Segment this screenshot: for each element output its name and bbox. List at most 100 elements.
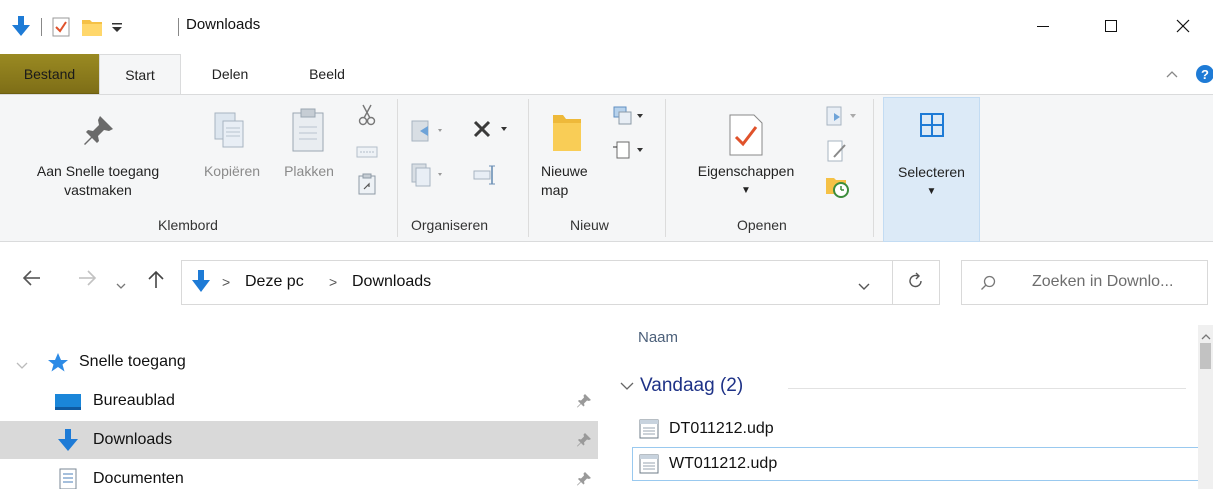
navigation-pane: Snelle toegang Bureaublad Downloads Docu… [0, 325, 605, 489]
breadcrumb-this-pc[interactable]: Deze pc [245, 273, 304, 291]
pin-quick-access-button[interactable]: Aan Snelle toegang vastmaken [4, 101, 192, 211]
breadcrumb-separator: > [329, 274, 338, 290]
group-separator [397, 99, 398, 237]
rename-icon[interactable] [472, 163, 498, 190]
tab-start[interactable]: Start [99, 54, 181, 95]
pin-icon [82, 113, 116, 150]
minimize-button[interactable] [1020, 8, 1066, 46]
pin-icon[interactable] [576, 471, 592, 489]
move-to-icon[interactable] [410, 117, 450, 148]
minimize-icon [1036, 19, 1050, 36]
svg-text:?: ? [1201, 67, 1209, 82]
group-separator [528, 99, 529, 237]
maximize-icon [1104, 19, 1118, 36]
nav-item-quick-access[interactable]: Snelle toegang [0, 343, 598, 381]
tab-beeld[interactable]: Beeld [292, 54, 362, 94]
close-button[interactable] [1160, 8, 1206, 46]
search-icon [980, 275, 996, 294]
download-arrow-icon [190, 269, 212, 298]
star-icon [47, 352, 69, 375]
easy-access-icon[interactable] [611, 139, 651, 164]
desktop-icon [54, 392, 82, 415]
tab-delen[interactable]: Delen [195, 54, 265, 94]
history-icon[interactable] [824, 173, 850, 202]
new-item-icon[interactable] [611, 105, 651, 130]
text-file-icon [638, 453, 660, 478]
edit-icon[interactable] [826, 139, 848, 166]
paste-shortcut-icon[interactable] [358, 173, 376, 198]
chevron-down-icon[interactable] [16, 357, 28, 373]
nav-label-desktop: Bureaublad [93, 392, 175, 409]
group-separator [665, 99, 666, 237]
customize-toolbar-icon[interactable] [110, 13, 124, 41]
select-grid-icon [919, 112, 945, 141]
download-arrow-icon [56, 428, 80, 457]
copy-button[interactable]: Kopiëren [192, 101, 272, 211]
recent-locations-icon[interactable] [116, 273, 126, 296]
window-title: Downloads [186, 16, 261, 33]
file-name: DT011212.udp [669, 420, 774, 437]
group-label-new: Nieuw [570, 217, 609, 233]
delete-icon[interactable] [471, 117, 511, 144]
refresh-button[interactable] [893, 260, 940, 305]
text-file-icon [638, 418, 660, 443]
properties-button[interactable]: Eigenschappen ▼ [676, 101, 816, 211]
copy-icon [212, 111, 248, 154]
scroll-up-icon[interactable] [1201, 328, 1211, 344]
nav-item-desktop[interactable]: Bureaublad [0, 382, 598, 420]
tab-bestand[interactable]: Bestand [0, 54, 99, 94]
maximize-button[interactable] [1088, 8, 1134, 46]
open-icon[interactable] [824, 105, 864, 130]
paste-button[interactable]: Plakken [274, 101, 344, 211]
file-row[interactable]: WT011212.udp [632, 447, 1200, 481]
collapse-ribbon-icon[interactable] [1166, 66, 1178, 82]
group-separator [873, 99, 874, 237]
select-button[interactable]: Selecteren ▼ [883, 97, 980, 242]
properties-icon [726, 113, 766, 160]
cut-icon[interactable] [357, 103, 377, 130]
pin-icon[interactable] [576, 393, 592, 412]
title-separator [178, 18, 179, 36]
properties-check-icon[interactable] [51, 13, 71, 41]
group-header-label: Vandaag (2) [640, 375, 744, 396]
nav-label-downloads: Downloads [93, 431, 173, 448]
file-list: Naam Vandaag (2) DT011212.udp WT011212.u… [606, 325, 1213, 489]
breadcrumb-downloads[interactable]: Downloads [352, 273, 431, 291]
file-name: WT011212.udp [669, 455, 778, 472]
group-label-clipboard: Klembord [158, 217, 218, 233]
copy-path-icon[interactable] [356, 145, 378, 162]
clipboard-icon [290, 107, 326, 156]
dropdown-arrow-icon: ▼ [741, 185, 751, 196]
breadcrumb-separator: > [222, 274, 231, 290]
dropdown-arrow-icon: ▼ [926, 186, 937, 197]
address-dropdown-icon[interactable] [858, 278, 870, 294]
ribbon-tabs: Bestand Start Delen Beeld ? [0, 54, 1213, 95]
group-label-open: Openen [737, 217, 787, 233]
download-arrow-icon[interactable] [10, 13, 32, 41]
group-label-organize: Organiseren [411, 217, 489, 233]
refresh-icon [908, 272, 924, 293]
nav-item-downloads[interactable]: Downloads [0, 421, 598, 459]
scrollbar[interactable] [1198, 325, 1213, 489]
nav-item-documents[interactable]: Documenten [0, 460, 598, 489]
column-header-name[interactable]: Naam [638, 329, 678, 346]
help-icon[interactable]: ? [1195, 64, 1213, 87]
forward-button[interactable] [77, 269, 97, 293]
chevron-down-icon [620, 375, 634, 397]
new-folder-icon[interactable] [80, 13, 104, 41]
close-icon [1175, 18, 1191, 37]
document-icon [58, 468, 78, 489]
address-bar[interactable]: > Deze pc > Downloads [181, 260, 893, 305]
group-divider [788, 388, 1186, 389]
up-button[interactable] [147, 269, 165, 295]
new-folder-button[interactable]: Nieuwe map [535, 101, 597, 211]
copy-to-icon[interactable] [410, 161, 450, 192]
pin-icon[interactable] [576, 432, 592, 451]
file-row[interactable]: DT011212.udp [632, 412, 1200, 446]
back-button[interactable] [22, 269, 42, 293]
nav-label-documents: Documenten [93, 470, 184, 487]
scrollbar-thumb[interactable] [1200, 343, 1211, 369]
group-header-today[interactable]: Vandaag (2) [620, 375, 743, 397]
nav-label-quick-access: Snelle toegang [79, 353, 186, 370]
search-box[interactable]: Zoeken in Downlo... [961, 260, 1208, 305]
